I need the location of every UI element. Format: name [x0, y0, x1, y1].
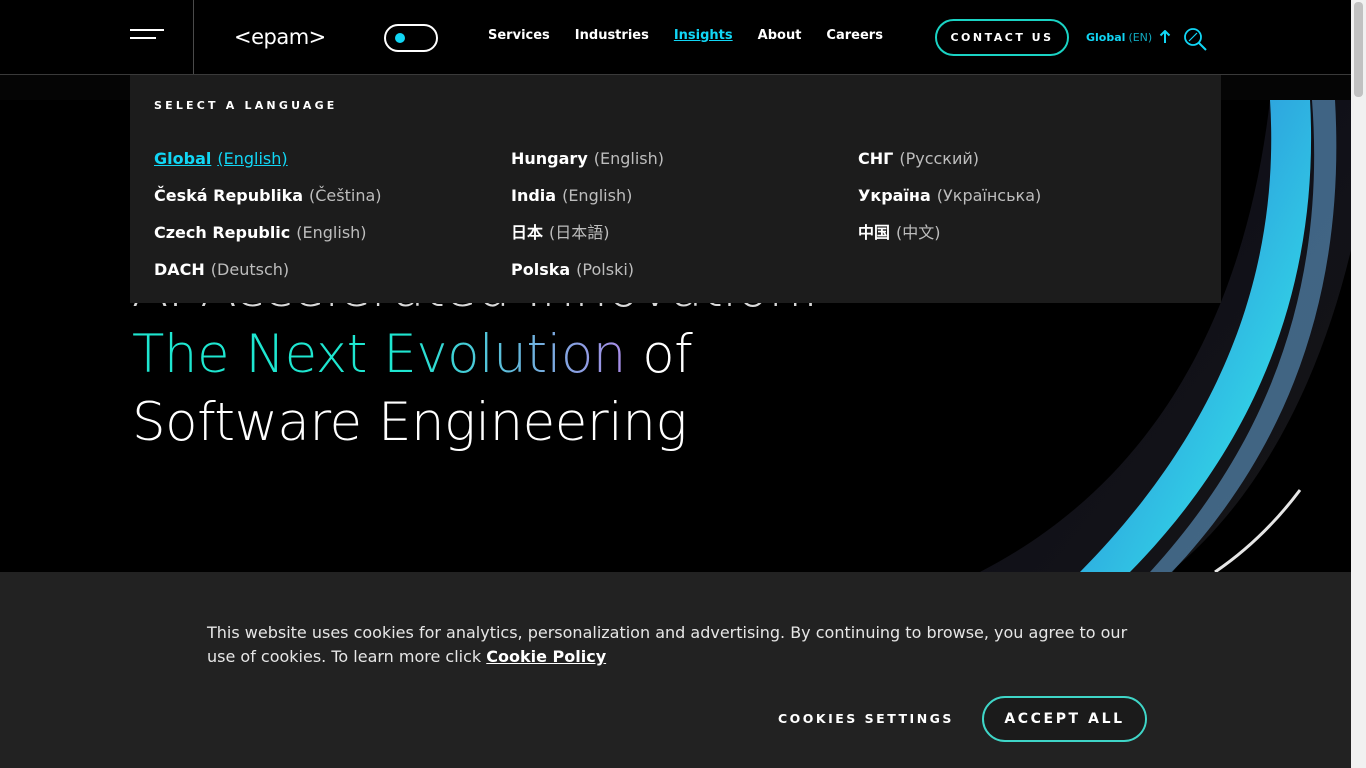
cookie-banner: This website uses cookies for analytics,…: [0, 572, 1351, 768]
cookie-message-text: This website uses cookies for analytics,…: [207, 623, 1128, 666]
hero-highlight: The Next Evolution: [132, 324, 626, 385]
language-option[interactable]: Czech Republic (English): [154, 214, 382, 251]
language-dropdown: SELECT A LANGUAGE Global (English) Česká …: [130, 75, 1221, 303]
site-header: <epam> Services Industries Insights Abou…: [0, 0, 1351, 75]
contact-us-button[interactable]: CONTACT US: [935, 19, 1069, 56]
page-scrollbar[interactable]: [1351, 0, 1366, 768]
nav-careers[interactable]: Careers: [826, 28, 883, 43]
hero-line-2-rest: of: [625, 324, 693, 385]
theme-toggle[interactable]: [384, 24, 438, 52]
nav-services[interactable]: Services: [488, 28, 550, 43]
nav-about[interactable]: About: [758, 28, 802, 43]
nav-industries[interactable]: Industries: [575, 28, 649, 43]
menu-icon[interactable]: [130, 29, 164, 47]
accept-all-button[interactable]: ACCEPT ALL: [982, 696, 1147, 742]
nav-insights[interactable]: Insights: [674, 28, 733, 43]
arrow-up-icon[interactable]: [1159, 30, 1171, 44]
language-option[interactable]: Global (English): [154, 140, 382, 177]
language-option[interactable]: India (English): [511, 177, 664, 214]
language-option[interactable]: СНГ (Русский): [858, 140, 1041, 177]
header-divider: [193, 0, 194, 74]
language-option[interactable]: DACH (Deutsch): [154, 251, 382, 288]
language-selector[interactable]: Global (EN): [1086, 31, 1152, 44]
language-column-3: СНГ (Русский) Україна (Українська) 中国 (中文): [858, 140, 1041, 251]
language-option[interactable]: Україна (Українська): [858, 177, 1041, 214]
cookie-policy-link[interactable]: Cookie Policy: [486, 647, 606, 666]
language-code: (EN): [1128, 31, 1153, 44]
main-nav: Services Industries Insights About Caree…: [488, 28, 908, 43]
hero-line-3: Software Engineering: [132, 392, 687, 453]
hero-line-2: The Next Evolution of: [132, 324, 693, 385]
language-option[interactable]: Hungary (English): [511, 140, 664, 177]
search-icon[interactable]: [1182, 27, 1208, 51]
language-option[interactable]: 日本 (日本語): [511, 214, 664, 251]
epam-logo[interactable]: <epam>: [234, 25, 326, 49]
scrollbar-thumb[interactable]: [1354, 2, 1363, 97]
language-column-1: Global (English) Česká Republika (Čeština)…: [154, 140, 382, 288]
language-column-2: Hungary (English) India (English) 日本 (日本語) …: [511, 140, 664, 288]
language-option[interactable]: Polska (Polski): [511, 251, 664, 288]
language-panel-title: SELECT A LANGUAGE: [154, 99, 338, 112]
language-option[interactable]: Česká Republika (Čeština): [154, 177, 382, 214]
language-label: Global: [1086, 31, 1126, 44]
toggle-knob: [395, 33, 405, 43]
cookies-settings-button[interactable]: COOKIES SETTINGS: [778, 711, 954, 726]
cookie-message: This website uses cookies for analytics,…: [207, 621, 1147, 669]
language-option[interactable]: 中国 (中文): [858, 214, 1041, 251]
